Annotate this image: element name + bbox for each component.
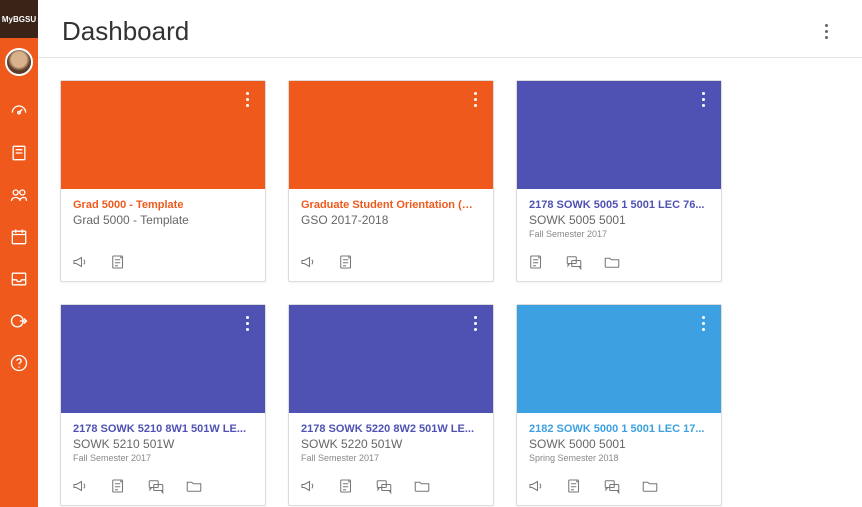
card-subtitle: SOWK 5000 5001 [529,437,709,451]
announcements-icon[interactable] [71,477,89,495]
card-options[interactable] [465,313,485,333]
assignments-icon[interactable] [109,253,127,271]
course-card: Grad 5000 - Template Grad 5000 - Template [60,80,266,282]
card-icons [289,245,493,281]
card-body: 2178 SOWK 5210 8W1 501W LE... SOWK 5210 5… [61,413,265,469]
card-icons [517,245,721,281]
files-icon[interactable] [413,477,431,495]
files-icon[interactable] [603,253,621,271]
card-options[interactable] [693,313,713,333]
assignments-icon[interactable] [565,477,583,495]
card-icons [517,469,721,505]
course-card: 2178 SOWK 5005 1 5001 LEC 76... SOWK 5005… [516,80,722,282]
card-color-block[interactable] [289,81,493,189]
assignments-icon[interactable] [337,253,355,271]
card-subtitle: Grad 5000 - Template [73,213,253,227]
ellipsis-vertical-icon [246,92,249,107]
card-term: Fall Semester 2017 [73,453,253,463]
course-card: 2178 SOWK 5220 8W2 501W LE... SOWK 5220 5… [288,304,494,506]
logout-icon [9,311,29,331]
card-subtitle: SOWK 5005 5001 [529,213,709,227]
discussions-icon[interactable] [565,253,583,271]
card-icons [61,245,265,281]
announcements-icon[interactable] [71,253,89,271]
brand-logo[interactable]: MyBGSU [0,0,38,38]
card-body: 2182 SOWK 5000 1 5001 LEC 17... SOWK 5000… [517,413,721,469]
nav-courses[interactable] [8,142,30,164]
card-color-block[interactable] [61,81,265,189]
announcements-icon[interactable] [527,477,545,495]
card-body: 2178 SOWK 5220 8W2 501W LE... SOWK 5220 5… [289,413,493,469]
card-title[interactable]: Grad 5000 - Template [73,199,253,211]
assignments-icon[interactable] [109,477,127,495]
card-title[interactable]: Graduate Student Orientation (GS... [301,199,481,211]
card-body: Graduate Student Orientation (GS... GSO 2… [289,189,493,245]
discussions-icon[interactable] [375,477,393,495]
card-term: Fall Semester 2017 [529,229,709,239]
inbox-icon [9,269,29,289]
card-options[interactable] [693,89,713,109]
card-options[interactable] [237,313,257,333]
assignments-icon[interactable] [337,477,355,495]
ellipsis-vertical-icon [474,92,477,107]
card-body: Grad 5000 - Template Grad 5000 - Template [61,189,265,245]
card-title[interactable]: 2182 SOWK 5000 1 5001 LEC 17... [529,423,709,435]
card-title[interactable]: 2178 SOWK 5220 8W2 501W LE... [301,423,481,435]
course-card: Graduate Student Orientation (GS... GSO 2… [288,80,494,282]
nav-calendar[interactable] [8,226,30,248]
ellipsis-vertical-icon [825,24,828,39]
ellipsis-vertical-icon [474,316,477,331]
gauge-icon [9,101,29,121]
book-icon [9,143,29,163]
card-options[interactable] [465,89,485,109]
card-title[interactable]: 2178 SOWK 5005 1 5001 LEC 76... [529,199,709,211]
card-icons [61,469,265,505]
ellipsis-vertical-icon [702,92,705,107]
card-color-block[interactable] [61,305,265,413]
discussions-icon[interactable] [603,477,621,495]
card-body: 2178 SOWK 5005 1 5001 LEC 76... SOWK 5005… [517,189,721,245]
nav-logout[interactable] [8,310,30,332]
assignments-icon[interactable] [527,253,545,271]
page-title: Dashboard [62,16,189,47]
nav-dashboard[interactable] [8,100,30,122]
ellipsis-vertical-icon [702,316,705,331]
cards-grid: Grad 5000 - TemplateGrad 5000 - Template… [38,58,862,507]
nav-groups[interactable] [8,184,30,206]
course-card: 2178 SOWK 5210 8W1 501W LE... SOWK 5210 5… [60,304,266,506]
announcements-icon[interactable] [299,253,317,271]
global-sidebar: MyBGSU [0,0,38,507]
course-card: 2182 SOWK 5000 1 5001 LEC 17... SOWK 5000… [516,304,722,506]
card-subtitle: SOWK 5220 501W [301,437,481,451]
card-color-block[interactable] [289,305,493,413]
page-header: Dashboard [38,0,862,58]
people-icon [9,185,29,205]
help-icon [9,353,29,373]
nav-help[interactable] [8,352,30,374]
files-icon[interactable] [641,477,659,495]
card-icons [289,469,493,505]
files-icon[interactable] [185,477,203,495]
announcements-icon[interactable] [299,477,317,495]
avatar[interactable] [5,48,33,76]
card-subtitle: GSO 2017-2018 [301,213,481,227]
card-color-block[interactable] [517,81,721,189]
card-options[interactable] [237,89,257,109]
nav-inbox[interactable] [8,268,30,290]
card-term [301,229,481,239]
card-term: Spring Semester 2018 [529,453,709,463]
calendar-icon [9,227,29,247]
discussions-icon[interactable] [147,477,165,495]
card-title[interactable]: 2178 SOWK 5210 8W1 501W LE... [73,423,253,435]
card-term [73,229,253,239]
dashboard-options[interactable] [814,20,838,44]
ellipsis-vertical-icon [246,316,249,331]
card-color-block[interactable] [517,305,721,413]
card-term: Fall Semester 2017 [301,453,481,463]
card-subtitle: SOWK 5210 501W [73,437,253,451]
main-area: Dashboard Grad 5000 - TemplateGrad 5000 … [38,0,862,507]
